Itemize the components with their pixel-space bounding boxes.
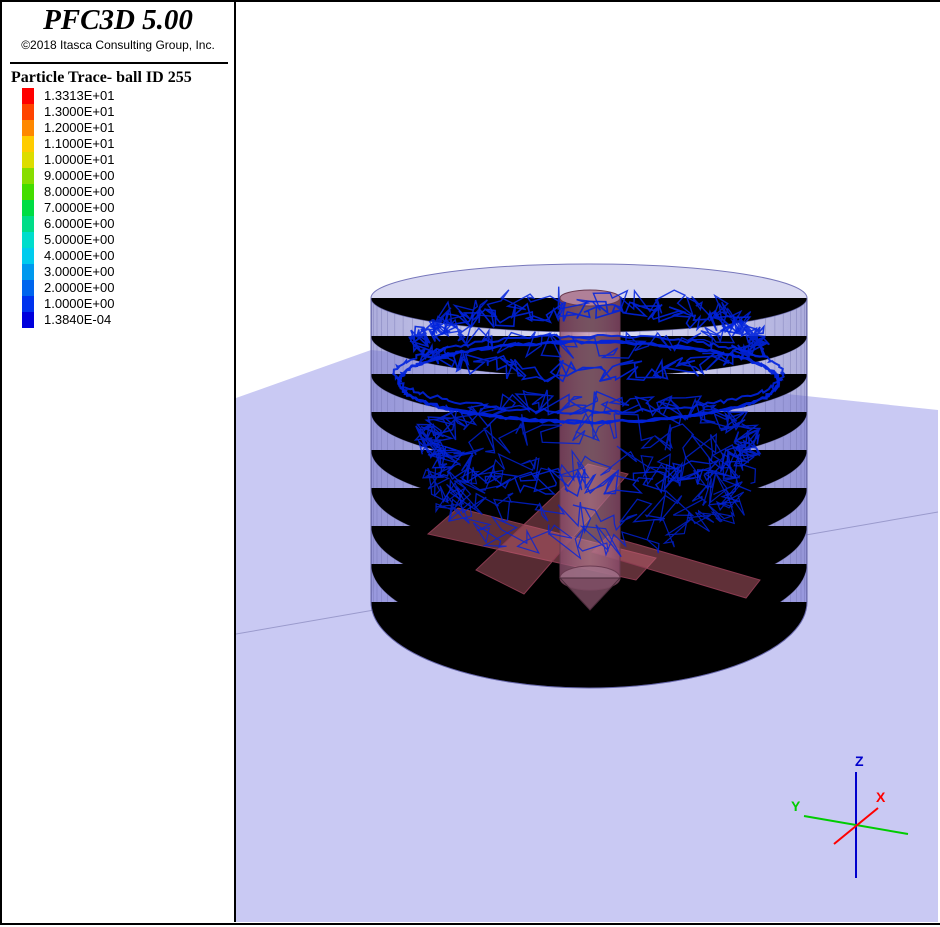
legend-swatch (22, 88, 34, 104)
legend-label: 1.0000E+01 (44, 152, 115, 167)
x-axis-label: X (876, 789, 886, 805)
legend-entry: 6.0000E+00 (22, 216, 114, 232)
legend-label: 1.2000E+01 (44, 120, 115, 135)
legend-swatch (22, 232, 34, 248)
legend-label: 1.3000E+01 (44, 104, 115, 119)
legend-swatch (22, 104, 34, 120)
legend-swatch (22, 296, 34, 312)
color-legend: 1.3313E+01 1.3000E+01 1.2000E+01 1.1000E+01… (22, 88, 114, 328)
y-axis-label: Y (791, 798, 801, 814)
legend-entry: 1.3840E-04 (22, 312, 114, 328)
legend-entry: 1.2000E+01 (22, 120, 114, 136)
legend-entry: 1.0000E+00 (22, 296, 114, 312)
legend-entry: 5.0000E+00 (22, 232, 114, 248)
legend-entry: 4.0000E+00 (22, 248, 114, 264)
copyright-text: ©2018 Itasca Consulting Group, Inc. (21, 38, 215, 52)
legend-swatch (22, 264, 34, 280)
legend-label: 9.0000E+00 (44, 168, 115, 183)
legend-swatch (22, 248, 34, 264)
legend-label: 7.0000E+00 (44, 200, 115, 215)
legend-swatch (22, 280, 34, 296)
legend-entry: 1.1000E+01 (22, 136, 114, 152)
legend-swatch (22, 216, 34, 232)
legend-swatch (22, 184, 34, 200)
legend-entry: 8.0000E+00 (22, 184, 114, 200)
legend-swatch (22, 200, 34, 216)
legend-swatch (22, 152, 34, 168)
app-title: PFC3D 5.00 (43, 4, 193, 36)
legend-label: 1.0000E+00 (44, 296, 115, 311)
legend-entry: 1.3313E+01 (22, 88, 114, 104)
legend-swatch (22, 120, 34, 136)
legend-entry: 2.0000E+00 (22, 280, 114, 296)
legend-title: Particle Trace- ball ID 255 (11, 69, 192, 86)
legend-label: 1.1000E+01 (44, 136, 115, 151)
pfc3d-window: PFC3D 5.00 ©2018 Itasca Consulting Group… (0, 0, 940, 925)
legend-swatch (22, 168, 34, 184)
legend-swatch (22, 312, 34, 328)
legend-entry: 1.3000E+01 (22, 104, 114, 120)
legend-entry: 3.0000E+00 (22, 264, 114, 280)
legend-panel: PFC3D 5.00 ©2018 Itasca Consulting Group… (2, 2, 236, 922)
legend-label: 1.3313E+01 (44, 88, 115, 103)
divider (10, 62, 228, 64)
legend-label: 3.0000E+00 (44, 264, 115, 279)
legend-label: 1.3840E-04 (44, 312, 112, 327)
legend-swatch (22, 136, 34, 152)
legend-entry: 9.0000E+00 (22, 168, 114, 184)
legend-entry: 7.0000E+00 (22, 200, 114, 216)
3d-viewport[interactable]: Z Y X (235, 2, 939, 922)
legend-label: 2.0000E+00 (44, 280, 115, 295)
legend-label: 5.0000E+00 (44, 232, 115, 247)
legend-label: 6.0000E+00 (44, 216, 115, 231)
scene-canvas[interactable]: Z Y X (235, 2, 939, 922)
z-axis-label: Z (855, 753, 864, 769)
legend-label: 8.0000E+00 (44, 184, 115, 199)
legend-entry: 1.0000E+01 (22, 152, 114, 168)
legend-label: 4.0000E+00 (44, 248, 115, 263)
